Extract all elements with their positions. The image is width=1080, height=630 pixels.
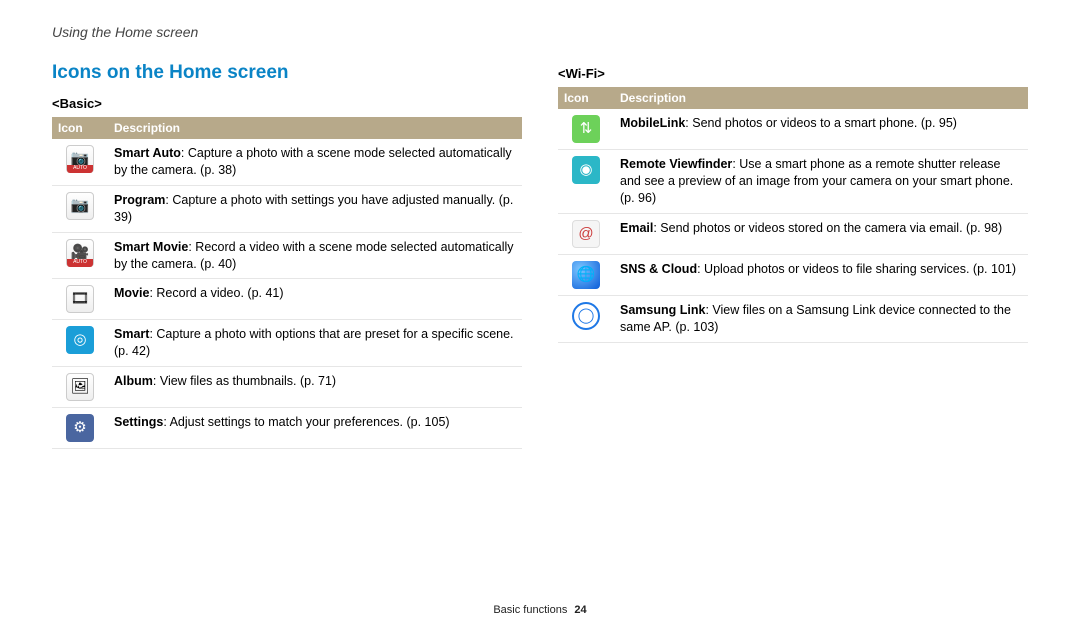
table-row: 📷 Program: Capture a photo with settings … [52, 185, 522, 232]
footer-section: Basic functions [493, 604, 567, 616]
feature-name: Email [620, 221, 653, 235]
description-cell: Smart Auto: Capture a photo with a scene… [108, 139, 522, 185]
table-row: ⚙ Settings: Adjust settings to match your… [52, 408, 522, 449]
feature-description: : Send photos or videos stored on the ca… [653, 221, 1002, 235]
table-row: ◎ Smart: Capture a photo with options tha… [52, 320, 522, 367]
description-cell: Smart: Capture a photo with options that… [108, 320, 522, 367]
smart-auto-icon: 📷 [66, 145, 94, 173]
mobilelink-icon: ⇅ [572, 115, 600, 143]
table-row: ◉ Remote Viewfinder: Use a smart phone as… [558, 150, 1028, 214]
sns-cloud-icon: 🌐 [572, 261, 600, 289]
page-footer: Basic functions 24 [0, 604, 1080, 616]
table-row: 📷 Smart Auto: Capture a photo with a scen… [52, 139, 522, 185]
feature-name: Album [114, 374, 153, 388]
icon-cell: 📷 [52, 139, 108, 185]
feature-name: Movie [114, 286, 149, 300]
icon-cell: 🖼 [52, 367, 108, 408]
feature-name: MobileLink [620, 116, 685, 130]
header-icon: Icon [558, 87, 614, 109]
description-cell: Program: Capture a photo with settings y… [108, 185, 522, 232]
wifi-table-body: ⇅ MobileLink: Send photos or videos to a … [558, 109, 1028, 342]
feature-name: SNS & Cloud [620, 262, 697, 276]
icon-cell: 📷 [52, 185, 108, 232]
feature-description: : View files as thumbnails. (p. 71) [153, 374, 336, 388]
feature-name: Remote Viewfinder [620, 157, 732, 171]
feature-description: : Capture a photo with settings you have… [114, 193, 513, 224]
program-icon: 📷 [66, 192, 94, 220]
header-description: Description [108, 117, 522, 139]
icon-cell: ◉ [558, 150, 614, 214]
basic-table-body: 📷 Smart Auto: Capture a photo with a scen… [52, 139, 522, 449]
remote-viewfinder-icon: ◉ [572, 156, 600, 184]
table-header-row: Icon Description [52, 117, 522, 139]
smart-movie-icon: 🎥 [66, 239, 94, 267]
manual-page: Using the Home screen Icons on the Home … [0, 0, 1080, 630]
table-header-row: Icon Description [558, 87, 1028, 109]
header-description: Description [614, 87, 1028, 109]
feature-name: Settings [114, 415, 163, 429]
description-cell: Samsung Link: View files on a Samsung Li… [614, 295, 1028, 342]
content-columns: Icons on the Home screen <Basic> Icon De… [52, 62, 1028, 449]
feature-name: Smart Movie [114, 240, 188, 254]
basic-subhead: <Basic> [52, 96, 522, 111]
feature-description: : Send photos or videos to a smart phone… [685, 116, 957, 130]
icon-cell: ◎ [52, 320, 108, 367]
description-cell: Settings: Adjust settings to match your … [108, 408, 522, 449]
table-row: 🎞 Movie: Record a video. (p. 41) [52, 279, 522, 320]
table-row: ◯ Samsung Link: View files on a Samsung L… [558, 295, 1028, 342]
table-row: ⇅ MobileLink: Send photos or videos to a … [558, 109, 1028, 150]
left-column: Icons on the Home screen <Basic> Icon De… [52, 62, 522, 449]
description-cell: Album: View files as thumbnails. (p. 71) [108, 367, 522, 408]
basic-table: Icon Description 📷Smart Auto: Capture a … [52, 117, 522, 449]
table-row: 🎥 Smart Movie: Record a video with a scen… [52, 232, 522, 279]
right-column: <Wi-Fi> Icon Description ⇅MobileLink: Se… [558, 62, 1028, 449]
description-cell: MobileLink: Send photos or videos to a s… [614, 109, 1028, 150]
feature-description: : Adjust settings to match your preferen… [163, 415, 449, 429]
icon-cell: 🎞 [52, 279, 108, 320]
feature-description: : Upload photos or videos to file sharin… [697, 262, 1016, 276]
feature-name: Program [114, 193, 165, 207]
table-row: 🌐 SNS & Cloud: Upload photos or videos to… [558, 254, 1028, 295]
feature-name: Samsung Link [620, 303, 705, 317]
smart-icon: ◎ [66, 326, 94, 354]
feature-description: : Capture a photo with options that are … [114, 327, 514, 358]
icon-cell: ◯ [558, 295, 614, 342]
description-cell: SNS & Cloud: Upload photos or videos to … [614, 254, 1028, 295]
description-cell: Remote Viewfinder: Use a smart phone as … [614, 150, 1028, 214]
wifi-table: Icon Description ⇅MobileLink: Send photo… [558, 87, 1028, 343]
icon-cell: @ [558, 213, 614, 254]
icon-cell: 🌐 [558, 254, 614, 295]
breadcrumb: Using the Home screen [52, 24, 1028, 40]
icon-cell: 🎥 [52, 232, 108, 279]
samsung-link-icon: ◯ [572, 302, 600, 330]
email-icon: @ [572, 220, 600, 248]
footer-page-number: 24 [574, 604, 586, 616]
table-row: 🖼 Album: View files as thumbnails. (p. 71… [52, 367, 522, 408]
album-icon: 🖼 [66, 373, 94, 401]
settings-icon: ⚙ [66, 414, 94, 442]
description-cell: Smart Movie: Record a video with a scene… [108, 232, 522, 279]
description-cell: Movie: Record a video. (p. 41) [108, 279, 522, 320]
wifi-subhead: <Wi-Fi> [558, 66, 1028, 81]
table-row: @ Email: Send photos or videos stored on … [558, 213, 1028, 254]
icon-cell: ⚙ [52, 408, 108, 449]
header-icon: Icon [52, 117, 108, 139]
section-title: Icons on the Home screen [52, 62, 522, 84]
feature-name: Smart Auto [114, 146, 181, 160]
description-cell: Email: Send photos or videos stored on t… [614, 213, 1028, 254]
movie-icon: 🎞 [66, 285, 94, 313]
icon-cell: ⇅ [558, 109, 614, 150]
feature-description: : Record a video. (p. 41) [149, 286, 283, 300]
feature-name: Smart [114, 327, 149, 341]
